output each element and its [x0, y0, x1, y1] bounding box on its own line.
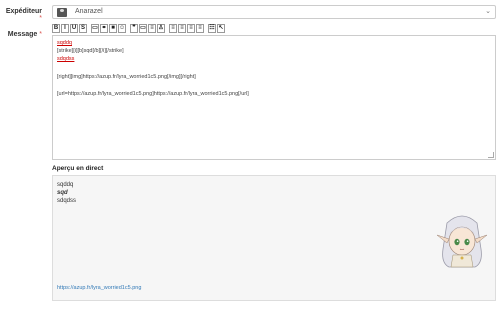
editor-toolbar: B I U S ▭ ⚭ ■ ☺ ❞ ▭ ≡ ♙ ≡ ≡ ≡ ≡ ☷ ↖: [52, 24, 225, 34]
live-preview: sqddq sqd sdqdss https://azup.fr/lyra_wo…: [52, 175, 496, 301]
message-label: Message *: [7, 31, 42, 38]
preview-line: sqddq: [57, 182, 74, 188]
more-button[interactable]: ↖: [217, 24, 225, 33]
quote-button[interactable]: ❞: [130, 24, 138, 33]
list-button[interactable]: ≡: [148, 24, 156, 33]
italic-button[interactable]: I: [61, 24, 69, 33]
image-button[interactable]: ▭: [91, 24, 99, 33]
preview-link[interactable]: https://azup.fr/lyra_worried1c5.png: [57, 285, 141, 291]
editor-line: [right][img]https://azup.fr/lyra_worried…: [57, 74, 196, 80]
emoji-button[interactable]: ☺: [118, 24, 126, 33]
bold-button[interactable]: B: [52, 24, 60, 33]
message-textarea[interactable]: sqddq [strike][i][b]sqd[/b][/i][/strike]…: [52, 35, 496, 160]
strike-button[interactable]: S: [79, 24, 87, 33]
align-center-button[interactable]: ≡: [178, 24, 186, 33]
editor-line: sqddq: [57, 40, 72, 46]
link-button[interactable]: ⚭: [100, 24, 108, 33]
sender-value: Anarazel: [75, 8, 103, 15]
align-left-button[interactable]: ≡: [169, 24, 177, 33]
preview-line: sqd: [57, 190, 68, 196]
editor-line: [url=https://azup.fr/lyra_worried1c5.png…: [57, 91, 249, 97]
user-button[interactable]: ♙: [157, 24, 165, 33]
spoiler-button[interactable]: ▭: [139, 24, 147, 33]
justify-button[interactable]: ≡: [196, 24, 204, 33]
sender-select[interactable]: Anarazel ⌄: [52, 5, 496, 19]
sender-label: Expéditeur *: [5, 8, 42, 22]
chevron-down-icon: ⌄: [485, 8, 491, 15]
character-image: [436, 215, 488, 268]
resize-handle[interactable]: [488, 152, 494, 158]
avatar-icon: [57, 8, 67, 17]
editor-line: sdqdss: [57, 56, 75, 62]
preview-line: sdqdss: [57, 198, 77, 204]
underline-button[interactable]: U: [70, 24, 78, 33]
editor-line: [strike][i][b]sqd[/b][/i][/strike]: [57, 48, 124, 54]
table-button[interactable]: ☷: [208, 24, 216, 33]
video-button[interactable]: ■: [109, 24, 117, 33]
preview-title: Aperçu en direct: [52, 165, 104, 172]
align-right-button[interactable]: ≡: [187, 24, 195, 33]
